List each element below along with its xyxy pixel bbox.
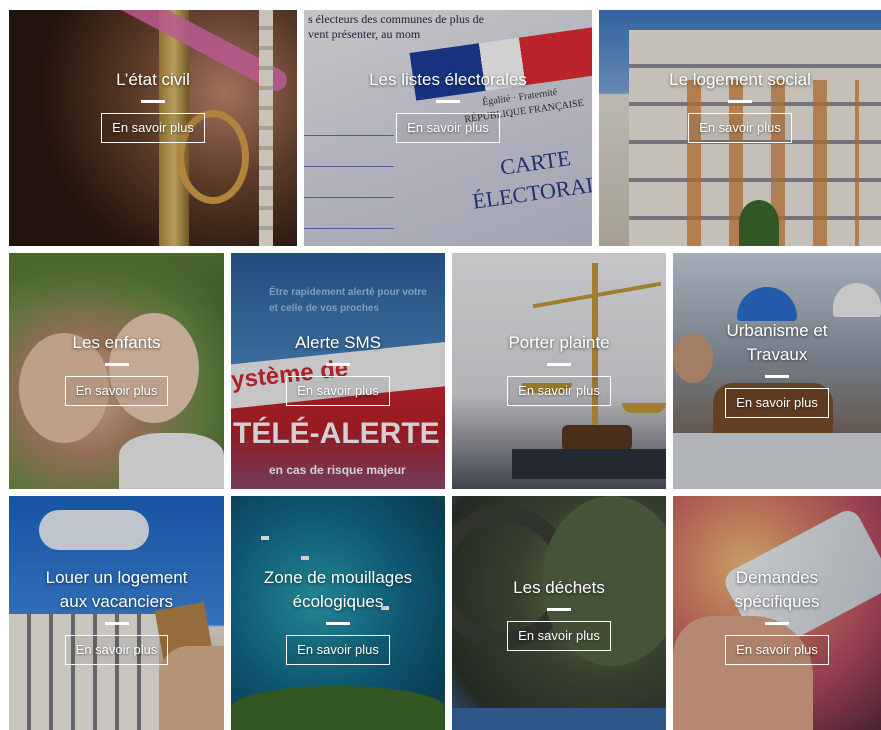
tile-title: Demandes spécifiques bbox=[734, 568, 820, 611]
learn-more-button[interactable]: En savoir plus bbox=[396, 113, 500, 143]
tile-etat-civil[interactable]: L’état civil En savoir plus bbox=[9, 10, 297, 246]
tile-demandes-specifiques[interactable]: Demandes spécifiques En savoir plus bbox=[673, 496, 881, 730]
tile-enfants[interactable]: Les enfants En savoir plus bbox=[9, 253, 224, 489]
tile-separator bbox=[104, 363, 129, 366]
tile-content: L’état civil En savoir plus bbox=[9, 68, 297, 143]
tile-separator bbox=[141, 100, 165, 103]
tile-title: Le logement social bbox=[669, 70, 811, 89]
tile-separator bbox=[104, 622, 129, 625]
tile-content: Louer un logement aux vacanciers En savo… bbox=[9, 566, 224, 665]
tile-content: Demandes spécifiques En savoir plus bbox=[673, 566, 881, 665]
learn-more-button[interactable]: En savoir plus bbox=[64, 635, 169, 665]
tile-separator bbox=[326, 363, 350, 366]
learn-more-button[interactable]: En savoir plus bbox=[286, 635, 390, 665]
tile-logement-social[interactable]: Le logement social En savoir plus bbox=[599, 10, 881, 246]
services-grid: L’état civil En savoir plus s électeurs … bbox=[0, 0, 881, 730]
learn-more-button[interactable]: En savoir plus bbox=[507, 376, 611, 406]
tile-title: Les listes électorales bbox=[369, 70, 527, 89]
tile-content: Alerte SMS En savoir plus bbox=[231, 331, 445, 406]
learn-more-button[interactable]: En savoir plus bbox=[101, 113, 205, 143]
learn-more-button[interactable]: En savoir plus bbox=[688, 113, 792, 143]
tile-separator bbox=[436, 100, 460, 103]
learn-more-button[interactable]: En savoir plus bbox=[64, 376, 169, 406]
tile-urbanisme-travaux[interactable]: Urbanisme et Travaux En savoir plus bbox=[673, 253, 881, 489]
tile-title: Alerte SMS bbox=[295, 333, 381, 352]
tile-zone-mouillages[interactable]: Zone de mouillages écologiques En savoir… bbox=[231, 496, 445, 730]
tile-porter-plainte[interactable]: Porter plainte En savoir plus bbox=[452, 253, 666, 489]
tile-content: Zone de mouillages écologiques En savoir… bbox=[231, 566, 445, 665]
tile-title: Zone de mouillages écologiques bbox=[263, 568, 413, 611]
tile-alerte-sms[interactable]: Être rapidement alerté pour votre et cel… bbox=[231, 253, 445, 489]
tile-content: Les listes électorales En savoir plus bbox=[304, 68, 592, 143]
learn-more-button[interactable]: En savoir plus bbox=[725, 635, 829, 665]
tile-dechets[interactable]: Les déchets En savoir plus bbox=[452, 496, 666, 730]
tile-separator bbox=[765, 375, 789, 378]
tile-title: Louer un logement aux vacanciers bbox=[45, 568, 188, 611]
tile-content: Les enfants En savoir plus bbox=[9, 331, 224, 406]
tile-louer-logement[interactable]: Louer un logement aux vacanciers En savo… bbox=[9, 496, 224, 730]
learn-more-button[interactable]: En savoir plus bbox=[725, 388, 829, 418]
tile-content: Les déchets En savoir plus bbox=[452, 576, 666, 651]
tile-listes-electorales[interactable]: s électeurs des communes de plus de vent… bbox=[304, 10, 592, 246]
learn-more-button[interactable]: En savoir plus bbox=[286, 376, 390, 406]
tile-separator bbox=[728, 100, 752, 103]
tile-separator bbox=[547, 608, 571, 611]
tile-title: Porter plainte bbox=[508, 333, 610, 352]
tile-separator bbox=[765, 622, 789, 625]
tile-content: Le logement social En savoir plus bbox=[599, 68, 881, 143]
tile-title: Les enfants bbox=[72, 333, 161, 352]
tile-title: L’état civil bbox=[116, 70, 190, 89]
tile-title: Les déchets bbox=[513, 578, 605, 597]
tile-title: Urbanisme et Travaux bbox=[726, 321, 828, 364]
learn-more-button[interactable]: En savoir plus bbox=[507, 621, 611, 651]
tile-content: Porter plainte En savoir plus bbox=[452, 331, 666, 406]
tile-separator bbox=[547, 363, 571, 366]
tile-content: Urbanisme et Travaux En savoir plus bbox=[673, 319, 881, 418]
tile-separator bbox=[326, 622, 350, 625]
